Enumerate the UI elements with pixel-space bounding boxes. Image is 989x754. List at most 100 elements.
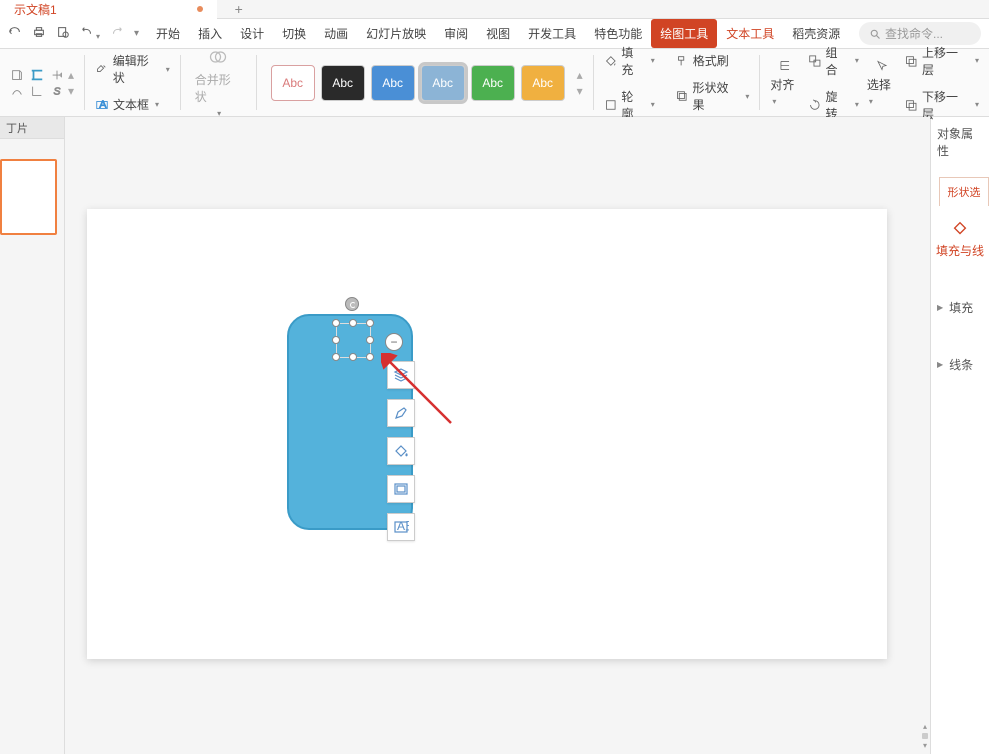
- slide-thumbnail-1[interactable]: [0, 159, 57, 235]
- shape-effect-label: 形状效果: [692, 79, 739, 113]
- resize-handle-sw[interactable]: [332, 353, 340, 361]
- menu-slideshow[interactable]: 幻灯片放映: [357, 19, 435, 48]
- add-tab-button[interactable]: +: [227, 0, 251, 19]
- document-tab[interactable]: 示文稿1: [0, 0, 217, 19]
- svg-text:S: S: [54, 85, 61, 97]
- float-tool-frame[interactable]: [387, 475, 415, 503]
- rotate-icon: [808, 98, 822, 112]
- menu-design[interactable]: 设计: [231, 19, 273, 48]
- unsaved-indicator-icon: [197, 6, 203, 12]
- shape-style-5[interactable]: Abc: [471, 65, 515, 101]
- menu-devtools[interactable]: 开发工具: [519, 19, 585, 48]
- shape-gallery[interactable]: S: [6, 68, 64, 98]
- vertical-scrollbar[interactable]: ▴ ▾: [920, 117, 930, 754]
- float-tool-layers[interactable]: [387, 361, 415, 389]
- outline-icon: [604, 98, 618, 112]
- menu-insert[interactable]: 插入: [189, 19, 231, 48]
- shape-style-1[interactable]: Abc: [271, 65, 315, 101]
- main-area: 丁片 −: [0, 117, 989, 754]
- group-button[interactable]: 组合▾: [804, 42, 863, 80]
- preview-icon[interactable]: [56, 25, 70, 42]
- fill-button[interactable]: 填充▾: [600, 42, 659, 80]
- shapes-scroll[interactable]: ▴▾: [64, 64, 78, 102]
- fill-icon: [604, 54, 618, 68]
- bring-forward-label: 上移一层: [922, 44, 969, 78]
- float-tool-pen[interactable]: [387, 399, 415, 427]
- line-section-label: 线条: [949, 356, 973, 373]
- resize-handle-e[interactable]: [366, 336, 374, 344]
- menu-start[interactable]: 开始: [147, 19, 189, 48]
- format-painter-icon: [675, 54, 689, 68]
- svg-text:A三: A三: [397, 519, 409, 533]
- merge-shapes-label: 合并形状: [195, 71, 242, 105]
- text-format-icon: A三: [393, 519, 409, 535]
- fill-label: 填充: [621, 44, 644, 78]
- selection-frame: [332, 319, 374, 361]
- menu-text-tools[interactable]: 文本工具: [717, 19, 783, 48]
- svg-text:A: A: [99, 98, 106, 110]
- collapse-toolbar-button[interactable]: −: [385, 333, 403, 351]
- ribbon-arrange-group: 对齐▾ 组合▾ 旋转▾ 选择▾ 上移一层▾: [760, 49, 989, 116]
- ribbon-styles-group: Abc Abc Abc Abc Abc Abc ▴▾: [257, 49, 593, 116]
- group-label: 组合: [825, 44, 848, 78]
- format-painter-button[interactable]: 格式刷: [671, 50, 754, 71]
- shape-style-6[interactable]: Abc: [521, 65, 565, 101]
- styles-scroll[interactable]: ▴▾: [573, 64, 587, 102]
- merge-shapes-button[interactable]: 合并形状▾: [187, 47, 250, 118]
- resize-handle-se[interactable]: [366, 353, 374, 361]
- resize-handle-w[interactable]: [332, 336, 340, 344]
- edit-shape-label: 编辑形状: [113, 52, 160, 86]
- resize-handle-nw[interactable]: [332, 319, 340, 327]
- shape-style-4[interactable]: Abc: [421, 65, 465, 101]
- scroll-thumb[interactable]: [922, 733, 928, 739]
- shape-style-3[interactable]: Abc: [371, 65, 415, 101]
- ribbon-merge-group: 合并形状▾: [181, 49, 256, 116]
- fill-line-category[interactable]: 填充与线: [931, 220, 989, 259]
- shape-effect-button[interactable]: 形状效果▾: [671, 77, 754, 115]
- bring-forward-button[interactable]: 上移一层▾: [900, 42, 983, 80]
- line-section[interactable]: ▶线条: [931, 346, 989, 383]
- undo-icon[interactable]: ▾: [80, 25, 100, 42]
- fill-section[interactable]: ▶填充: [931, 289, 989, 326]
- menu-view[interactable]: 视图: [477, 19, 519, 48]
- redo-icon[interactable]: [110, 25, 124, 42]
- menu-review[interactable]: 审阅: [435, 19, 477, 48]
- resize-handle-n[interactable]: [349, 319, 357, 327]
- float-tool-fill[interactable]: [387, 437, 415, 465]
- print-icon[interactable]: [32, 25, 46, 42]
- scroll-down-icon[interactable]: ▾: [923, 741, 927, 750]
- merge-shapes-icon: [208, 47, 228, 67]
- fill-line-icon: [951, 220, 969, 238]
- shape-effect-icon: [675, 89, 689, 103]
- ribbon-format-group: 格式刷 形状效果▾: [665, 49, 760, 116]
- shape-style-2[interactable]: Abc: [321, 65, 365, 101]
- search-command-placeholder: 查找命令...: [885, 25, 943, 42]
- edit-shape-button[interactable]: 编辑形状 ▾: [91, 50, 174, 88]
- align-button[interactable]: 对齐▾: [766, 57, 803, 109]
- search-icon: [869, 28, 881, 40]
- customize-qa-icon[interactable]: ▾: [134, 28, 139, 39]
- slide-panel-tab[interactable]: 丁片: [0, 117, 64, 139]
- properties-tab-shape[interactable]: 形状选: [939, 177, 989, 206]
- quick-access-group: ▾ ▾: [0, 25, 147, 42]
- bring-forward-icon: [904, 54, 918, 68]
- select-button[interactable]: 选择▾: [863, 57, 900, 109]
- menu-transition[interactable]: 切换: [273, 19, 315, 48]
- frame-icon: [393, 481, 409, 497]
- resize-handle-s[interactable]: [349, 353, 357, 361]
- menu-drawing-tools[interactable]: 绘图工具: [651, 19, 717, 48]
- select-label: 选择: [867, 78, 891, 92]
- textbox-button[interactable]: A 文本框 ▾: [91, 94, 174, 115]
- textbox-label: 文本框: [113, 96, 149, 113]
- ribbon-fill-group: 填充▾ 轮廓▾: [594, 49, 665, 116]
- float-tool-textformat[interactable]: A三: [387, 513, 415, 541]
- menu-animation[interactable]: 动画: [315, 19, 357, 48]
- slide-canvas[interactable]: − A三: [87, 209, 887, 659]
- slide-panel: 丁片: [0, 117, 65, 754]
- resize-handle-ne[interactable]: [366, 319, 374, 327]
- rotate-handle[interactable]: [345, 297, 359, 311]
- pen-icon: [393, 405, 409, 421]
- scroll-up-icon[interactable]: ▴: [923, 722, 927, 731]
- fill-section-label: 填充: [949, 299, 973, 316]
- undo-history-icon[interactable]: [8, 25, 22, 42]
